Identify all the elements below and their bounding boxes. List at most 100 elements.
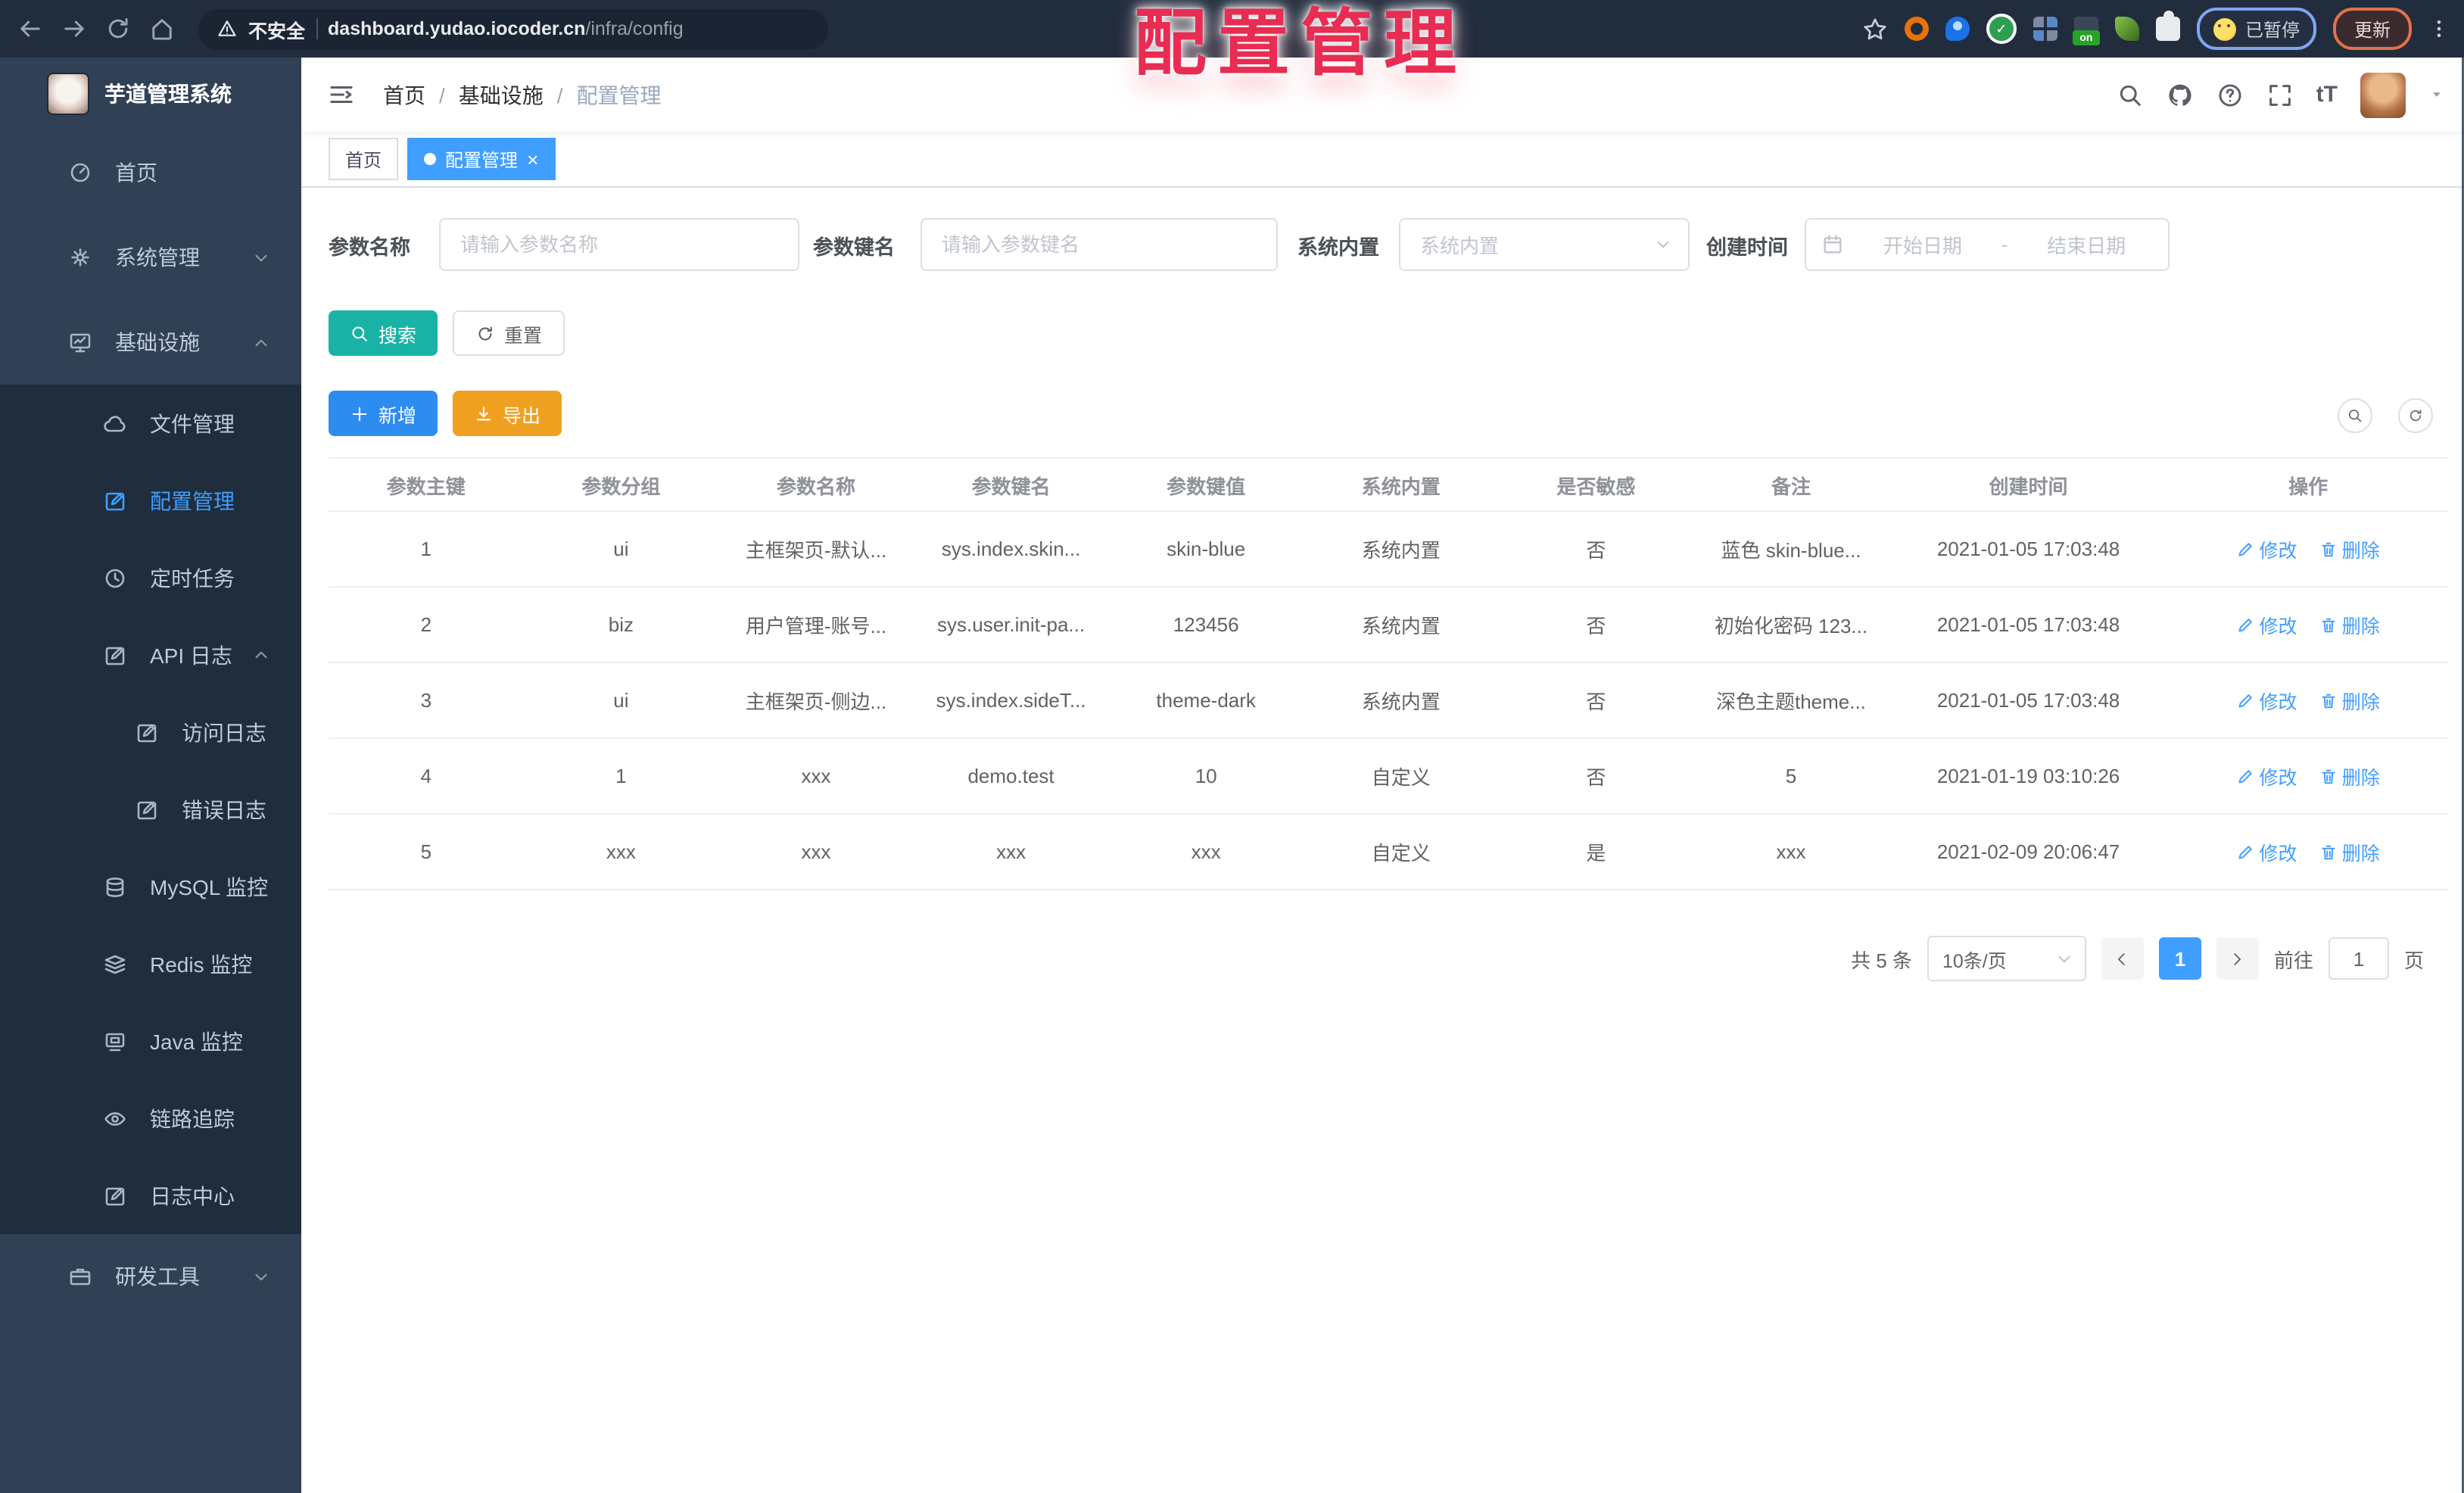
cell: xxx bbox=[718, 738, 914, 815]
chevron-left-icon bbox=[2114, 950, 2131, 967]
edit-link[interactable]: 修改 bbox=[2237, 762, 2297, 790]
trash-icon bbox=[2319, 616, 2338, 634]
screen: 不安全 dashboard.yudao.iocoder.cn/infra/con… bbox=[0, 0, 2464, 1493]
help-icon[interactable] bbox=[2216, 81, 2244, 108]
sidebar-item-label: 文件管理 bbox=[150, 411, 235, 435]
close-icon[interactable]: × bbox=[527, 149, 538, 169]
page-url: dashboard.yudao.iocoder.cn/infra/config bbox=[328, 18, 684, 39]
page-size-select[interactable]: 10条/页 bbox=[1927, 936, 2086, 981]
browser-home-icon[interactable] bbox=[148, 15, 176, 42]
cell: skin-blue bbox=[1108, 511, 1304, 588]
breadcrumb-infra[interactable]: 基础设施 bbox=[459, 79, 544, 110]
extension-switch-icon[interactable]: on bbox=[2072, 17, 2100, 45]
search-icon bbox=[2347, 407, 2363, 424]
add-button[interactable]: 新增 bbox=[329, 391, 438, 436]
edit-link[interactable]: 修改 bbox=[2237, 686, 2297, 715]
edit-link[interactable]: 修改 bbox=[2237, 837, 2297, 866]
github-icon[interactable] bbox=[2167, 81, 2194, 108]
avatar-caret-icon[interactable] bbox=[2428, 86, 2445, 103]
delete-link[interactable]: 删除 bbox=[2319, 610, 2380, 639]
sidebar-item-access-log[interactable]: 访问日志 bbox=[0, 694, 301, 771]
search-button[interactable]: 搜索 bbox=[329, 310, 438, 356]
url-host: dashboard.yudao.iocoder.cn bbox=[328, 18, 586, 39]
cell: xxx bbox=[718, 814, 914, 890]
sidebar-item-infra[interactable]: 基础设施 bbox=[0, 300, 301, 385]
sidebar-item-home[interactable]: 首页 bbox=[0, 130, 301, 215]
browser-back-icon[interactable] bbox=[17, 15, 44, 42]
tag-home[interactable]: 首页 bbox=[329, 138, 399, 180]
sidebar-item-config-manage[interactable]: 配置管理 bbox=[0, 462, 301, 539]
browser-reload-icon[interactable] bbox=[104, 15, 132, 42]
tag-config-manage[interactable]: 配置管理 × bbox=[407, 138, 556, 180]
goto-page-input[interactable] bbox=[2328, 937, 2389, 980]
extension-donut-icon[interactable] bbox=[1904, 17, 1929, 41]
browser-menu-icon[interactable] bbox=[2428, 15, 2450, 42]
date-range-picker[interactable]: 开始日期 - 结束日期 bbox=[1805, 218, 2170, 271]
sidebar-item-redis-monitor[interactable]: Redis 监控 bbox=[0, 925, 301, 1002]
delete-link[interactable]: 删除 bbox=[2319, 837, 2380, 866]
breadcrumb-separator: / bbox=[439, 83, 445, 107]
sidebar-item-api-log[interactable]: API 日志 bbox=[0, 616, 301, 694]
sidebar-item-error-log[interactable]: 错误日志 bbox=[0, 771, 301, 848]
extension-green-check-icon[interactable]: ✓ bbox=[1986, 14, 2017, 44]
calendar-icon bbox=[1821, 233, 1844, 256]
sidebar-toggle-icon[interactable] bbox=[327, 80, 356, 109]
cell: 否 bbox=[1498, 587, 1694, 663]
user-avatar[interactable] bbox=[2360, 72, 2406, 117]
toggle-search-button[interactable] bbox=[2338, 398, 2372, 433]
extensions-puzzle-icon[interactable] bbox=[2155, 11, 2180, 41]
browser-chrome: 不安全 dashboard.yudao.iocoder.cn/infra/con… bbox=[0, 0, 2464, 58]
refresh-table-button[interactable] bbox=[2398, 398, 2433, 433]
bookmark-star-icon[interactable] bbox=[1862, 16, 1888, 42]
sidebar-item-java-monitor[interactable]: Java 监控 bbox=[0, 1002, 301, 1080]
filter-actions: 搜索 重置 bbox=[329, 310, 2464, 356]
sidebar-item-cron-job[interactable]: 定时任务 bbox=[0, 539, 301, 616]
extension-leaf-icon[interactable] bbox=[2114, 17, 2139, 41]
param-key-input[interactable] bbox=[922, 233, 1276, 256]
search-icon[interactable] bbox=[2117, 81, 2144, 108]
reset-button[interactable]: 重置 bbox=[453, 310, 565, 356]
app-logo[interactable]: 芋道管理系统 bbox=[0, 58, 301, 130]
cell: 系统内置 bbox=[1303, 662, 1499, 739]
chevron-up-icon bbox=[251, 332, 271, 352]
cell: theme-dark bbox=[1108, 662, 1304, 739]
fullscreen-icon[interactable] bbox=[2266, 81, 2294, 108]
delete-link[interactable]: 删除 bbox=[2319, 535, 2380, 563]
table-mini-tools bbox=[2338, 398, 2433, 433]
breadcrumb-home[interactable]: 首页 bbox=[383, 79, 425, 110]
prev-page-button[interactable] bbox=[2101, 937, 2144, 980]
cell: 用户管理-账号... bbox=[718, 587, 914, 663]
next-page-button[interactable] bbox=[2216, 937, 2259, 980]
cell: 4 bbox=[329, 738, 524, 815]
page-1-button[interactable]: 1 bbox=[2158, 937, 2201, 980]
table-row: 2 biz 用户管理-账号... sys.user.init-pa... 123… bbox=[329, 587, 2448, 663]
browser-forward-icon[interactable] bbox=[61, 15, 88, 42]
sidebar-item-dev-tools[interactable]: 研发工具 bbox=[0, 1234, 301, 1319]
edit-link[interactable]: 修改 bbox=[2237, 610, 2297, 639]
paused-badge[interactable]: 已暂停 bbox=[2196, 8, 2316, 50]
sidebar-item-system[interactable]: 系统管理 bbox=[0, 215, 301, 300]
sidebar-item-label: 研发工具 bbox=[115, 1264, 200, 1289]
sidebar-item-mysql-monitor[interactable]: MySQL 监控 bbox=[0, 848, 301, 925]
sidebar-item-log-center[interactable]: 日志中心 bbox=[0, 1157, 301, 1234]
trash-icon bbox=[2319, 691, 2338, 709]
col-header: 参数主键 bbox=[329, 457, 524, 512]
table-row: 1 ui 主框架页-默认... sys.index.skin... skin-b… bbox=[329, 511, 2448, 588]
sidebar-item-tracing[interactable]: 链路追踪 bbox=[0, 1080, 301, 1157]
edit-link-label: 修改 bbox=[2259, 541, 2297, 562]
font-size-icon[interactable]: tT bbox=[2316, 82, 2338, 108]
edit-square-icon bbox=[135, 797, 159, 821]
builtin-select[interactable]: 系统内置 bbox=[1399, 218, 1690, 271]
sidebar-item-file-manage[interactable]: 文件管理 bbox=[0, 385, 301, 462]
delete-link[interactable]: 删除 bbox=[2319, 686, 2380, 715]
cloud-icon bbox=[103, 411, 127, 435]
extension-grid-icon[interactable] bbox=[2033, 17, 2057, 41]
edit-link[interactable]: 修改 bbox=[2237, 535, 2297, 563]
param-name-input[interactable] bbox=[441, 233, 798, 256]
delete-link[interactable]: 删除 bbox=[2319, 762, 2380, 790]
sidebar-item-label: 配置管理 bbox=[150, 488, 235, 513]
address-bar[interactable]: 不安全 dashboard.yudao.iocoder.cn/infra/con… bbox=[198, 8, 828, 49]
extension-pin-icon[interactable] bbox=[1945, 17, 1970, 41]
export-button[interactable]: 导出 bbox=[453, 391, 562, 436]
update-button[interactable]: 更新 bbox=[2332, 8, 2412, 50]
